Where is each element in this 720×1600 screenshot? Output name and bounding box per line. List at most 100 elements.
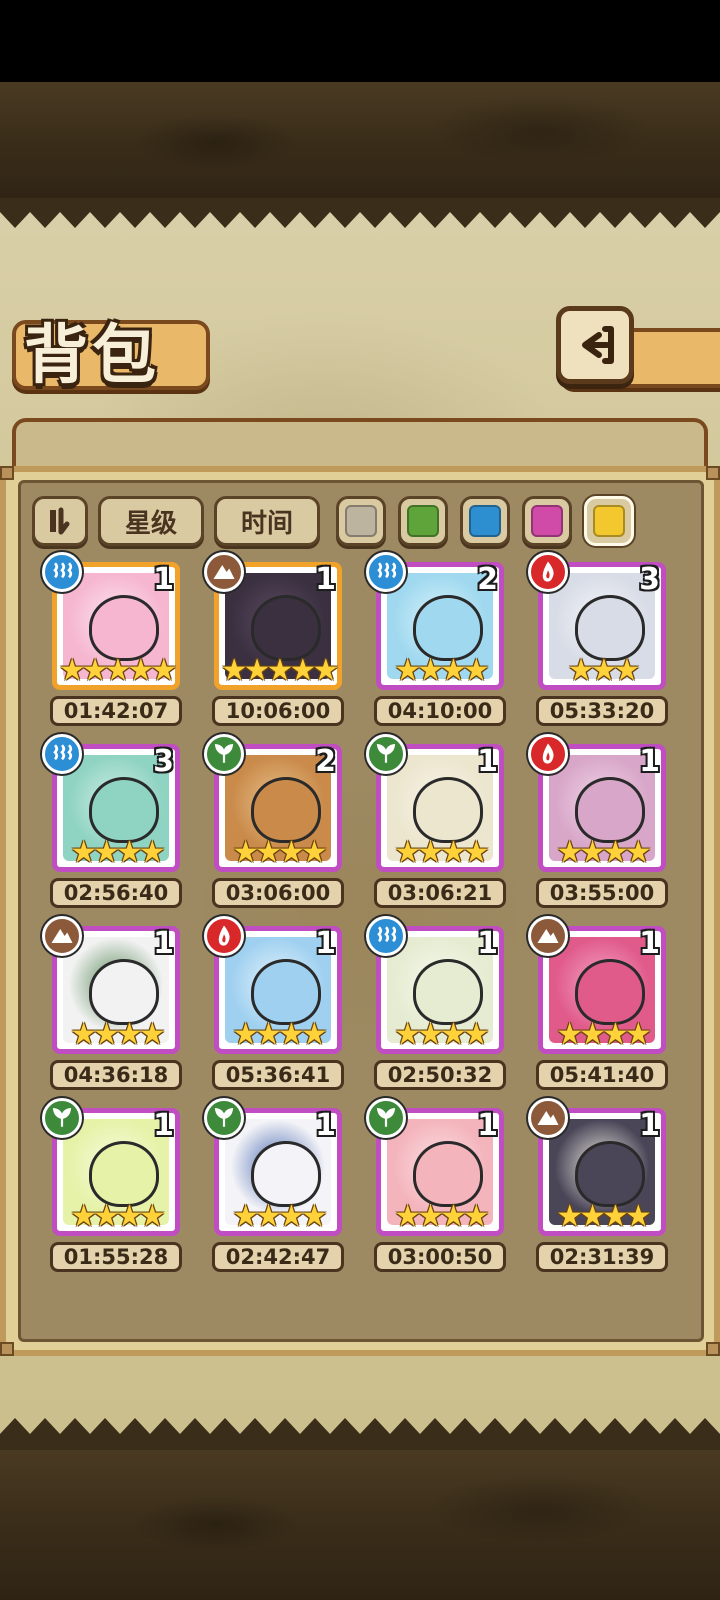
item-count: 3: [153, 744, 174, 779]
item-count: 1: [315, 1108, 336, 1143]
status-bar: [0, 0, 720, 82]
hatch-timer: 05:36:41: [212, 1060, 344, 1090]
inventory-item[interactable]: 1 ★★★★★ 10:06:00: [204, 552, 346, 730]
yellow-swatch: [593, 505, 625, 537]
inventory-item[interactable]: 1 ★★★★ 04:36:18: [42, 916, 184, 1094]
zigzag-border-top: [0, 198, 720, 228]
water-element-icon: [42, 552, 82, 592]
item-count: 1: [477, 926, 498, 961]
map-background-top: [0, 82, 720, 202]
filter-green-button[interactable]: [398, 496, 448, 546]
item-shape: [413, 1141, 483, 1207]
item-shape: [89, 959, 159, 1025]
hatch-timer: 04:10:00: [374, 696, 506, 726]
hatch-timer: 03:06:00: [212, 878, 344, 908]
item-shape: [575, 959, 645, 1025]
hatch-timer: 02:42:47: [212, 1242, 344, 1272]
star-rating: ★★★★: [394, 1017, 490, 1052]
star-rating: ★★★★: [394, 835, 490, 870]
earth-element-icon: [528, 916, 568, 956]
gray-swatch: [345, 505, 377, 537]
hatch-timer: 01:55:28: [50, 1242, 182, 1272]
blue-swatch: [469, 505, 501, 537]
grass-element-icon: [366, 1098, 406, 1138]
grass-element-icon: [42, 1098, 82, 1138]
inventory-item[interactable]: 1 ★★★★ 01:55:28: [42, 1098, 184, 1276]
inventory-item[interactable]: 1 ★★★★ 02:50:32: [366, 916, 508, 1094]
star-rating: ★★★★: [70, 835, 166, 870]
inventory-grid: 1 ★★★★★ 01:42:07 1 ★★★★★ 10:06:00 2 ★★★★ 04:10:0…: [42, 552, 678, 1278]
item-count: 1: [639, 926, 660, 961]
item-count: 1: [477, 1108, 498, 1143]
inventory-item[interactable]: 1 ★★★★ 02:42:47: [204, 1098, 346, 1276]
item-count: 3: [639, 562, 660, 597]
inventory-item[interactable]: 1 ★★★★ 02:31:39: [528, 1098, 670, 1276]
back-arrow-icon: [582, 326, 614, 364]
filter-blue-button[interactable]: [460, 496, 510, 546]
page-title: 背包: [24, 318, 160, 393]
fire-element-icon: [204, 916, 244, 956]
back-button[interactable]: [556, 306, 634, 384]
item-count: 1: [639, 1108, 660, 1143]
inventory-item[interactable]: 3 ★★★ 05:33:20: [528, 552, 670, 730]
inventory-item[interactable]: 2 ★★★★ 04:10:00: [366, 552, 508, 730]
star-rating: ★★★★: [556, 1017, 652, 1052]
star-rating: ★★★★★: [58, 653, 177, 688]
hatch-timer: 02:56:40: [50, 878, 182, 908]
star-sort-button[interactable]: 星级: [98, 496, 204, 546]
time-sort-button[interactable]: 时间: [214, 496, 320, 546]
item-shape: [575, 1141, 645, 1207]
item-count: 1: [153, 926, 174, 961]
filter-pink-button[interactable]: [522, 496, 572, 546]
inventory-item[interactable]: 1 ★★★★ 03:55:00: [528, 734, 670, 912]
item-shape: [251, 777, 321, 843]
star-rating: ★★★★: [556, 1199, 652, 1234]
water-element-icon: [366, 916, 406, 956]
pink-swatch: [531, 505, 563, 537]
hatch-timer: 04:36:18: [50, 1060, 182, 1090]
item-shape: [413, 595, 483, 661]
inventory-item[interactable]: 1 ★★★★ 03:06:21: [366, 734, 508, 912]
hatch-timer: 05:41:40: [536, 1060, 668, 1090]
item-shape: [89, 1141, 159, 1207]
earth-element-icon: [204, 552, 244, 592]
fire-element-icon: [528, 552, 568, 592]
inventory-item[interactable]: 1 ★★★★ 05:36:41: [204, 916, 346, 1094]
item-shape: [413, 777, 483, 843]
item-shape: [575, 595, 645, 661]
zigzag-border-bottom: [0, 1418, 720, 1450]
water-element-icon: [42, 734, 82, 774]
star-rating: ★★★: [567, 653, 641, 688]
hatch-timer: 03:00:50: [374, 1242, 506, 1272]
item-count: 1: [153, 562, 174, 597]
green-swatch: [407, 505, 439, 537]
item-shape: [89, 777, 159, 843]
item-count: 1: [315, 562, 336, 597]
sort-toggle-button[interactable]: [32, 496, 88, 546]
earth-element-icon: [528, 1098, 568, 1138]
inventory-item[interactable]: 1 ★★★★ 03:00:50: [366, 1098, 508, 1276]
item-count: 1: [477, 744, 498, 779]
inventory-item[interactable]: 1 ★★★★ 05:41:40: [528, 916, 670, 1094]
hatch-timer: 01:42:07: [50, 696, 182, 726]
filter-yellow-button[interactable]: [584, 496, 634, 546]
fire-element-icon: [528, 734, 568, 774]
inventory-item[interactable]: 2 ★★★★ 03:06:00: [204, 734, 346, 912]
grass-element-icon: [204, 734, 244, 774]
star-rating: ★★★★: [556, 835, 652, 870]
star-rating: ★★★★: [232, 835, 328, 870]
earth-element-icon: [42, 916, 82, 956]
grass-element-icon: [204, 1098, 244, 1138]
inventory-item[interactable]: 1 ★★★★★ 01:42:07: [42, 552, 184, 730]
item-shape: [251, 1141, 321, 1207]
grass-element-icon: [366, 734, 406, 774]
item-shape: [413, 959, 483, 1025]
item-shape: [89, 595, 159, 661]
inventory-item[interactable]: 3 ★★★★ 02:56:40: [42, 734, 184, 912]
panel-corner: [0, 466, 14, 480]
star-rating: ★★★★: [70, 1199, 166, 1234]
item-count: 1: [639, 744, 660, 779]
panel-corner: [706, 1342, 720, 1356]
star-rating: ★★★★: [394, 1199, 490, 1234]
filter-gray-button[interactable]: [336, 496, 386, 546]
